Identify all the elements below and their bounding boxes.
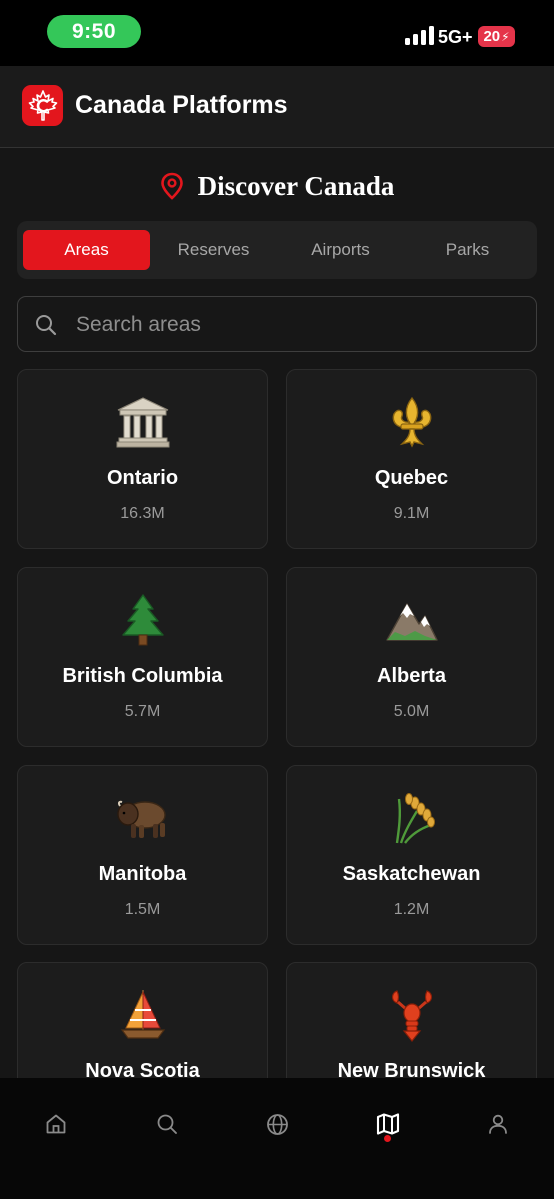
- charging-bolt-icon: ⚡: [501, 29, 510, 44]
- search-input[interactable]: [76, 307, 516, 343]
- nav-search[interactable]: [145, 1102, 189, 1146]
- map-icon: [376, 1113, 400, 1135]
- tab-airports[interactable]: Airports: [277, 230, 404, 270]
- area-population: 1.2M: [393, 901, 430, 918]
- home-icon: [46, 1114, 66, 1134]
- area-name: Quebec: [374, 467, 449, 489]
- cellular-signal-icon: [405, 26, 434, 45]
- profile-icon: [489, 1114, 507, 1134]
- battery-level: 20: [483, 28, 501, 45]
- search-icon: [36, 315, 57, 336]
- maple-leaf-icon[interactable]: [22, 85, 63, 126]
- main-content[interactable]: Discover Canada Areas Reserves Airports …: [0, 148, 554, 1078]
- wheat-sheaf-icon: [287, 790, 536, 846]
- area-population: 9.1M: [393, 505, 430, 522]
- nav-home[interactable]: [34, 1102, 78, 1146]
- area-card-new-brunswick[interactable]: New Brunswick: [286, 962, 537, 1078]
- search-icon: [157, 1114, 177, 1134]
- area-name: New Brunswick: [337, 1060, 486, 1078]
- area-population: 5.0M: [393, 703, 430, 720]
- status-time: 9:50: [47, 15, 141, 48]
- status-bar: 9:50 5G+ 20 ⚡: [0, 0, 554, 66]
- app-title: Canada Platforms: [75, 91, 288, 119]
- app-header: Canada Platforms: [0, 66, 554, 148]
- tab-parks[interactable]: Parks: [404, 230, 531, 270]
- area-name: British Columbia: [62, 665, 223, 687]
- area-card-quebec[interactable]: Quebec 9.1M: [286, 369, 537, 549]
- battery-indicator: 20 ⚡: [478, 26, 515, 47]
- area-population: 5.7M: [124, 703, 161, 720]
- lobster-icon: [287, 987, 536, 1043]
- classical-building-icon: [18, 394, 267, 450]
- area-population: 16.3M: [120, 505, 165, 522]
- area-name: Saskatchewan: [342, 863, 481, 885]
- area-name: Nova Scotia: [85, 1060, 200, 1078]
- area-card-british-columbia[interactable]: British Columbia 5.7M: [17, 567, 268, 747]
- category-tabs: Areas Reserves Airports Parks: [17, 221, 537, 279]
- tab-areas[interactable]: Areas: [23, 230, 150, 270]
- snow-mountain-icon: [287, 592, 536, 648]
- tab-reserves[interactable]: Reserves: [150, 230, 277, 270]
- evergreen-tree-icon: [18, 592, 267, 648]
- network-type: 5G+: [438, 27, 473, 47]
- nav-profile[interactable]: [476, 1102, 520, 1146]
- location-pin-icon: [160, 172, 183, 200]
- page-title: Discover Canada: [197, 170, 395, 201]
- nav-map[interactable]: [366, 1102, 410, 1146]
- area-card-manitoba[interactable]: Manitoba 1.5M: [17, 765, 268, 945]
- area-card-alberta[interactable]: Alberta 5.0M: [286, 567, 537, 747]
- sailboat-icon: [18, 987, 267, 1043]
- bottom-nav: [0, 1078, 554, 1199]
- area-name: Ontario: [106, 467, 179, 489]
- area-card-saskatchewan[interactable]: Saskatchewan 1.2M: [286, 765, 537, 945]
- area-population: 1.5M: [124, 901, 161, 918]
- active-indicator: [384, 1135, 391, 1142]
- globe-icon: [266, 1113, 288, 1135]
- area-card-nova-scotia[interactable]: Nova Scotia: [17, 962, 268, 1078]
- bison-icon: [18, 790, 267, 846]
- area-name: Manitoba: [98, 863, 187, 885]
- page-heading: Discover Canada: [0, 168, 554, 204]
- fleur-de-lis-icon: [287, 394, 536, 450]
- nav-globe[interactable]: [255, 1102, 299, 1146]
- search-bar[interactable]: [17, 296, 537, 352]
- area-name: Alberta: [377, 665, 446, 687]
- area-card-ontario[interactable]: Ontario 16.3M: [17, 369, 268, 549]
